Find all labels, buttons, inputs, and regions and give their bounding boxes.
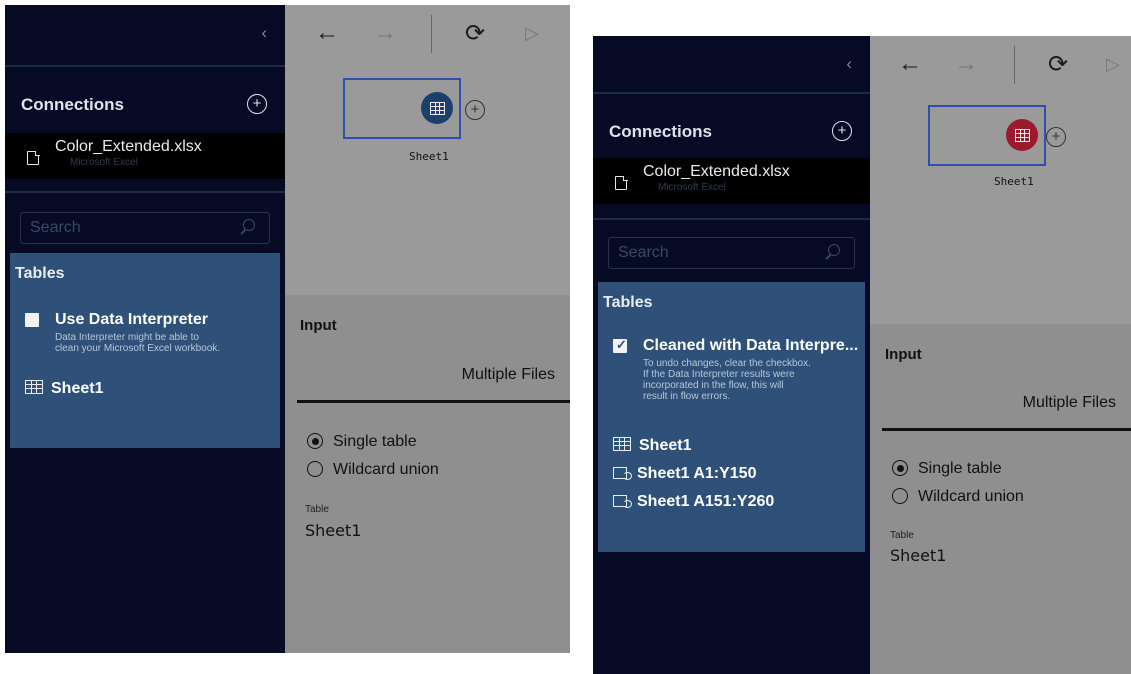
connection-file-type: Microsoft Excel	[658, 182, 726, 193]
panel-after: ‹ Connections + Color_Extended.xlsx Micr…	[593, 36, 1131, 674]
table-item-sheet1[interactable]: Sheet1	[613, 437, 691, 455]
tab-underline	[297, 400, 570, 403]
search-input[interactable]: Search	[20, 212, 270, 244]
table-item-label: Sheet1 A151:Y260	[637, 493, 775, 510]
named-range-icon	[613, 467, 632, 480]
collapse-sidebar-icon[interactable]: ‹	[846, 54, 852, 74]
refresh-icon[interactable]: ⟳	[465, 19, 485, 48]
data-interpreter-label[interactable]: Cleaned with Data Interpre...	[643, 337, 858, 355]
connection-item[interactable]: Color_Extended.xlsx Microsoft Excel	[5, 133, 285, 179]
toolbar-divider	[1014, 46, 1015, 84]
connection-file-name: Color_Extended.xlsx	[55, 138, 202, 155]
table-node-icon	[1006, 119, 1038, 151]
tables-heading: Tables	[603, 294, 653, 311]
divider	[5, 191, 285, 193]
note-line: clean your Microsoft Excel workbook.	[55, 343, 221, 354]
radio-single-table[interactable]	[307, 433, 323, 449]
divider	[5, 65, 285, 67]
radio-wildcard-union[interactable]	[892, 488, 908, 504]
panel-before: ‹ Connections + Color_Extended.xlsx Micr…	[5, 5, 570, 653]
radio-wildcard-union[interactable]	[307, 461, 323, 477]
arrow-right-icon[interactable]: →	[373, 19, 397, 47]
tables-section: Tables ✓ Cleaned with Data Interpre... T…	[598, 282, 865, 552]
file-icon	[27, 150, 40, 165]
toolbar-divider	[431, 15, 432, 53]
connection-file-name: Color_Extended.xlsx	[643, 163, 790, 180]
radio-label[interactable]: Wildcard union	[918, 488, 1024, 506]
search-input[interactable]: Search	[608, 237, 855, 269]
arrow-right-icon[interactable]: →	[954, 50, 978, 78]
connection-file-type: Microsoft Excel	[70, 157, 138, 168]
add-connection-icon[interactable]: +	[247, 94, 267, 114]
tab-multiple-files[interactable]: Multiple Files	[462, 366, 555, 384]
data-interpreter-checkbox[interactable]	[25, 313, 39, 327]
data-interpreter-note: Data Interpreter might be able to clean …	[55, 332, 220, 354]
flow-node-sheet1[interactable]	[343, 78, 461, 139]
table-item-label: Sheet1	[639, 437, 692, 454]
add-connection-icon[interactable]: +	[832, 121, 852, 141]
connections-heading: Connections	[21, 95, 124, 114]
add-step-icon[interactable]: +	[465, 100, 485, 120]
table-item-label: Sheet1	[51, 380, 104, 397]
file-icon	[615, 175, 628, 190]
flow-area: ← → ⟳ ▷ + Sheet1 Input Multiple Files Si…	[285, 5, 570, 653]
table-field-value: Sheet1	[305, 521, 362, 540]
table-field-label: Table	[305, 504, 329, 515]
radio-label[interactable]: Single table	[333, 433, 417, 451]
divider	[593, 218, 870, 220]
connection-item[interactable]: Color_Extended.xlsx Microsoft Excel	[593, 158, 870, 204]
collapse-sidebar-icon[interactable]: ‹	[261, 23, 267, 43]
tables-section: Tables Use Data Interpreter Data Interpr…	[10, 253, 280, 448]
input-pane: Input Multiple Files Single table Wildca…	[870, 324, 1131, 674]
arrow-left-icon[interactable]: ←	[898, 50, 922, 78]
sidebar: ‹ Connections + Color_Extended.xlsx Micr…	[5, 5, 285, 653]
flow-node-label: Sheet1	[994, 175, 1034, 188]
input-heading: Input	[300, 317, 337, 334]
input-pane: Input Multiple Files Single table Wildca…	[285, 295, 570, 653]
table-item-sheet1-a1-y150[interactable]: Sheet1 A1:Y150	[613, 465, 756, 483]
radio-single-table[interactable]	[892, 460, 908, 476]
table-field-value: Sheet1	[890, 546, 947, 565]
tables-heading: Tables	[15, 265, 65, 282]
search-placeholder: Search	[30, 219, 81, 236]
table-node-icon	[421, 92, 453, 124]
input-heading: Input	[885, 346, 922, 363]
toolbar: ← → ⟳ ▷	[870, 36, 1131, 106]
table-item-sheet1-a151-y260[interactable]: Sheet1 A151:Y260	[613, 493, 774, 511]
note-line: Data Interpreter might be able to	[55, 332, 199, 343]
connections-heading: Connections	[609, 122, 712, 141]
data-interpreter-note: To undo changes, clear the checkbox. If …	[643, 358, 811, 402]
toolbar: ← → ⟳ ▷	[285, 5, 570, 75]
sidebar: ‹ Connections + Color_Extended.xlsx Micr…	[593, 36, 870, 674]
arrow-left-icon[interactable]: ←	[315, 19, 339, 47]
play-icon[interactable]: ▷	[525, 23, 539, 44]
divider	[593, 92, 870, 94]
checkmark-icon: ✓	[616, 337, 627, 352]
flow-area: ← → ⟳ ▷ + Sheet1 Input Multiple Files Si…	[870, 36, 1131, 674]
flow-node-sheet1[interactable]	[928, 105, 1046, 166]
play-icon[interactable]: ▷	[1106, 54, 1120, 75]
data-interpreter-label[interactable]: Use Data Interpreter	[55, 311, 208, 329]
table-item-sheet1[interactable]: Sheet1	[25, 380, 103, 398]
note-line: result in flow errors.	[643, 391, 731, 402]
data-interpreter-checkbox[interactable]: ✓	[613, 337, 627, 353]
refresh-icon[interactable]: ⟳	[1048, 50, 1068, 79]
tab-multiple-files[interactable]: Multiple Files	[1023, 394, 1116, 412]
table-grid-icon	[613, 437, 631, 451]
search-placeholder: Search	[618, 244, 669, 261]
note-line: incorporated in the flow, this will	[643, 380, 784, 391]
tab-underline	[882, 428, 1131, 431]
add-step-icon[interactable]: +	[1046, 127, 1066, 147]
note-line: If the Data Interpreter results were	[643, 369, 795, 380]
radio-label[interactable]: Wildcard union	[333, 461, 439, 479]
note-line: To undo changes, clear the checkbox.	[643, 358, 811, 369]
search-icon	[828, 244, 840, 256]
table-item-label: Sheet1 A1:Y150	[637, 465, 757, 482]
table-grid-icon	[25, 380, 43, 394]
search-icon	[243, 219, 255, 231]
flow-node-label: Sheet1	[409, 150, 449, 163]
table-field-label: Table	[890, 530, 914, 541]
named-range-icon	[613, 495, 632, 508]
radio-label[interactable]: Single table	[918, 460, 1002, 478]
